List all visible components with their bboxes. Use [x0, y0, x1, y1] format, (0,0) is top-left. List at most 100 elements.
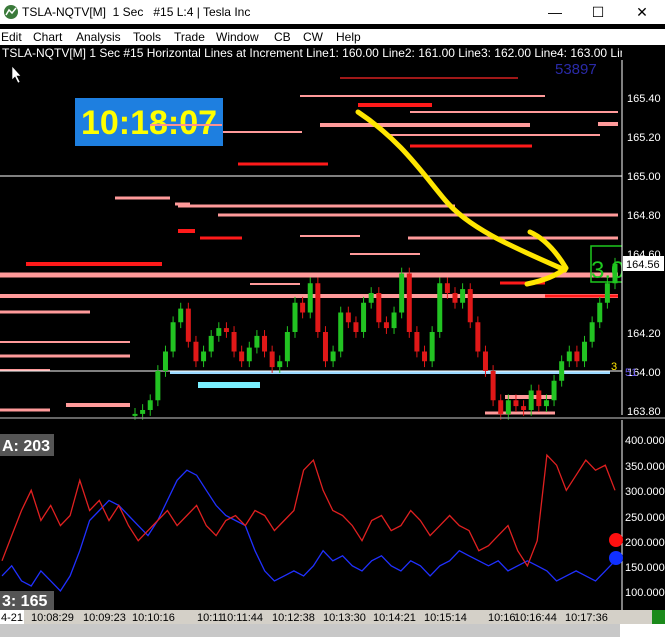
candle-body [178, 308, 184, 323]
ind-tick-250: 250.000 [625, 512, 665, 524]
chart-canvas[interactable]: 10:18:07 53897 3.0 165.40 165.20 165.00 … [0, 0, 665, 644]
candle-body [543, 400, 549, 407]
candle-body [315, 283, 321, 332]
candle-body [208, 335, 214, 352]
red-series-marker [609, 533, 623, 547]
candle-body [361, 302, 367, 332]
time-tick-1: 10:08:29 [31, 612, 74, 624]
candle-body [170, 322, 176, 352]
candle-body [368, 293, 374, 303]
candle-body [505, 400, 511, 414]
candle-body [513, 400, 519, 407]
candle-body [521, 406, 527, 410]
candle-body [185, 308, 191, 342]
candle-body [452, 293, 458, 303]
candle-body [155, 371, 161, 401]
indicator-b-label: 3: 165 [2, 593, 47, 610]
ind-tick-150: 150.000 [625, 562, 665, 574]
candle-body [475, 322, 481, 352]
candle-body [467, 289, 473, 323]
right-small-3: 3 [611, 361, 617, 373]
time-axis-right-cell [652, 610, 665, 624]
candle-body [566, 351, 572, 362]
candle-body [498, 400, 504, 414]
last-price-text: 164.56 [626, 259, 660, 271]
candle-body [551, 380, 557, 401]
time-tick-7: 10:13:30 [323, 612, 366, 624]
candle-body [604, 283, 610, 303]
price-tick-165-00: 165.00 [627, 171, 661, 183]
candle-body [193, 341, 199, 362]
candle-body [383, 322, 389, 329]
indicator-a-label: A: 203 [2, 438, 50, 455]
candle-body [284, 332, 290, 362]
candle-body [376, 293, 382, 323]
candle-body [589, 322, 595, 342]
candle-body [147, 400, 153, 410]
horizontal-scrollbar[interactable] [0, 624, 620, 637]
right-small-51: 51 [625, 367, 637, 379]
ind-tick-350: 350.000 [625, 461, 665, 473]
candle-body [490, 371, 496, 401]
indicator-blue-line [1, 469, 616, 593]
price-axis-bg [622, 60, 665, 415]
time-tick-3: 10:10:16 [132, 612, 175, 624]
candle-body [322, 332, 328, 362]
price-tick-163-80: 163.80 [627, 406, 661, 418]
candle-body [254, 335, 260, 348]
candle-body [422, 351, 428, 362]
candle-body [429, 332, 435, 362]
candle-body [460, 289, 466, 303]
candle-body [277, 361, 283, 368]
candle-body [597, 302, 603, 323]
candle-body [239, 351, 245, 362]
candle-body [414, 332, 420, 352]
candle-body [574, 351, 580, 362]
candle-body [292, 302, 298, 332]
mouse-cursor-icon [11, 65, 22, 84]
candle-body [132, 413, 138, 416]
candle-body [406, 273, 412, 332]
clock-text: 10:18:07 [81, 104, 217, 142]
volume-profile-bar [198, 382, 260, 388]
marker-label: 3.0 [591, 257, 624, 284]
candle-body [444, 283, 450, 293]
candle-body [528, 390, 534, 410]
candle-body [338, 312, 344, 352]
candle-body [201, 351, 207, 362]
candle-body [582, 341, 588, 362]
candle-body [482, 351, 488, 371]
time-tick-8: 10:14:21 [373, 612, 416, 624]
candle-body [223, 328, 229, 332]
candle-body [330, 351, 336, 362]
price-tick-165-40: 165.40 [627, 93, 661, 105]
ind-tick-300: 300.000 [625, 486, 665, 498]
candle-body [300, 302, 306, 313]
time-tick-9: 10:15:14 [424, 612, 467, 624]
time-tick-2: 10:09:23 [83, 612, 126, 624]
candle-body [216, 328, 222, 336]
time-tick-4: 10:11 [197, 612, 224, 624]
price-tick-165-20: 165.20 [627, 132, 661, 144]
indicator-series [1, 453, 616, 593]
candle-body [246, 347, 252, 362]
time-tick-0: 4-21 [1, 612, 23, 624]
candle-body [307, 283, 313, 313]
indicator-red-line [1, 453, 616, 568]
candle-body [231, 332, 237, 352]
candle-body [140, 410, 146, 414]
candle-body [353, 322, 359, 332]
time-tick-6: 10:12:38 [272, 612, 315, 624]
price-tick-164-80: 164.80 [627, 210, 661, 222]
ind-tick-200: 200.000 [625, 537, 665, 549]
candle-body [399, 273, 405, 313]
ind-tick-100: 100.000 [625, 587, 665, 599]
price-tick-164-20: 164.20 [627, 328, 661, 340]
candle-body [391, 312, 397, 329]
candle-body [269, 351, 275, 368]
time-tick-10: 10:16 [488, 612, 516, 624]
time-tick-5: 10:11:44 [221, 612, 263, 624]
time-tick-11: 10:16:44 [514, 612, 557, 624]
blue-series-marker [609, 551, 623, 565]
corner-fragment: 53897 [555, 61, 597, 78]
